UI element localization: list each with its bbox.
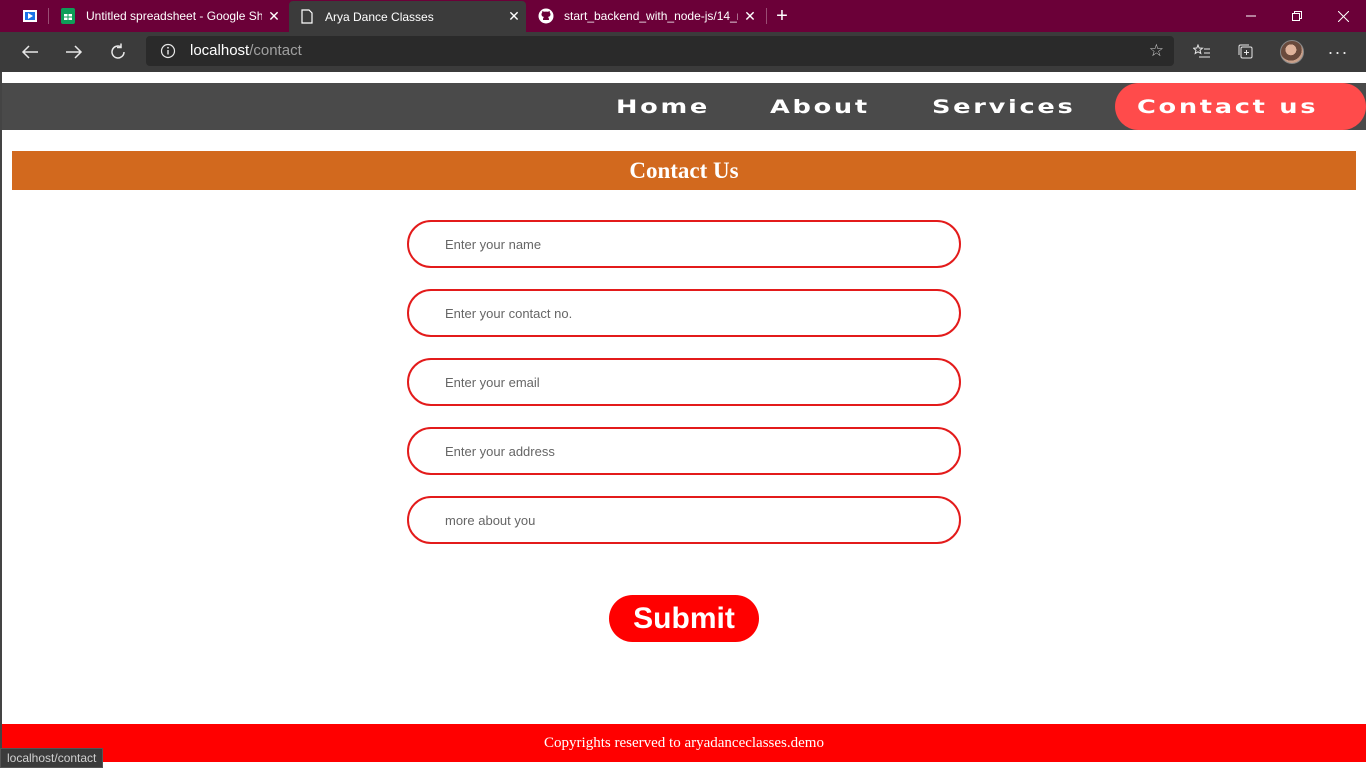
window-left-border [0, 72, 2, 768]
info-icon[interactable] [160, 43, 176, 59]
google-sheets-icon [60, 8, 76, 24]
tab-title: Arya Dance Classes [325, 9, 434, 24]
page-icon [299, 9, 315, 25]
site-navbar: Home About Services Contact us [2, 83, 1366, 130]
collections-icon[interactable] [1230, 36, 1262, 68]
tab-arya-dance[interactable]: Arya Dance Classes ✕ [289, 1, 526, 32]
nav-contact-label: Contact us [1137, 95, 1319, 118]
close-icon[interactable]: ✕ [262, 8, 286, 25]
browser-toolbar: localhost/contact ☆ ··· [0, 32, 1366, 72]
tab-spreadsheet[interactable]: Untitled spreadsheet - Google Sh ✕ [50, 0, 286, 32]
new-tab-plus-icon[interactable]: + [770, 0, 794, 32]
nav-services[interactable]: Services [932, 83, 1076, 130]
submit-button[interactable]: Submit [609, 595, 759, 642]
address-bar[interactable]: localhost/contact ☆ [146, 36, 1174, 66]
footer-copyright: Copyrights reserved to aryadanceclasses.… [2, 724, 1366, 762]
back-arrow-icon[interactable] [14, 36, 46, 68]
link-status-bar: localhost/contact [0, 748, 104, 768]
minimize-icon[interactable] [1228, 0, 1274, 32]
more-options-icon[interactable]: ··· [1322, 36, 1354, 68]
github-icon [538, 8, 554, 24]
forward-arrow-icon[interactable] [58, 36, 90, 68]
address-field[interactable] [407, 427, 961, 475]
tab-separator [48, 8, 49, 24]
tab-separator [766, 8, 767, 24]
phone-field[interactable] [407, 289, 961, 337]
tab-title: start_backend_with_node-js/14_r [564, 9, 738, 23]
email-field[interactable] [407, 358, 961, 406]
close-icon[interactable]: ✕ [738, 8, 762, 25]
window-close-icon[interactable] [1320, 0, 1366, 32]
restore-icon[interactable] [1274, 0, 1320, 32]
about-field[interactable] [407, 496, 961, 544]
nav-contact-us[interactable]: Contact us [1115, 83, 1366, 130]
page-top-spacer [0, 72, 1366, 83]
favorites-list-icon[interactable] [1186, 36, 1218, 68]
tab-title: Untitled spreadsheet - Google Sh [86, 9, 262, 23]
nav-home[interactable]: Home [616, 83, 710, 130]
favorite-star-icon[interactable]: ☆ [1149, 41, 1164, 61]
nav-about[interactable]: About [770, 83, 870, 130]
refresh-icon[interactable] [102, 36, 134, 68]
tab-actions-icon[interactable] [12, 0, 48, 32]
page-title: Contact Us [12, 151, 1356, 190]
url-path: /contact [249, 42, 302, 59]
url-host: localhost [190, 42, 250, 59]
profile-avatar[interactable] [1280, 40, 1304, 64]
name-field[interactable] [407, 220, 961, 268]
close-icon[interactable]: ✕ [502, 8, 526, 25]
tab-strip: Untitled spreadsheet - Google Sh ✕ Arya … [0, 0, 1366, 32]
tab-github[interactable]: start_backend_with_node-js/14_r ✕ [528, 0, 762, 32]
url-text: localhost/contact [190, 42, 302, 59]
